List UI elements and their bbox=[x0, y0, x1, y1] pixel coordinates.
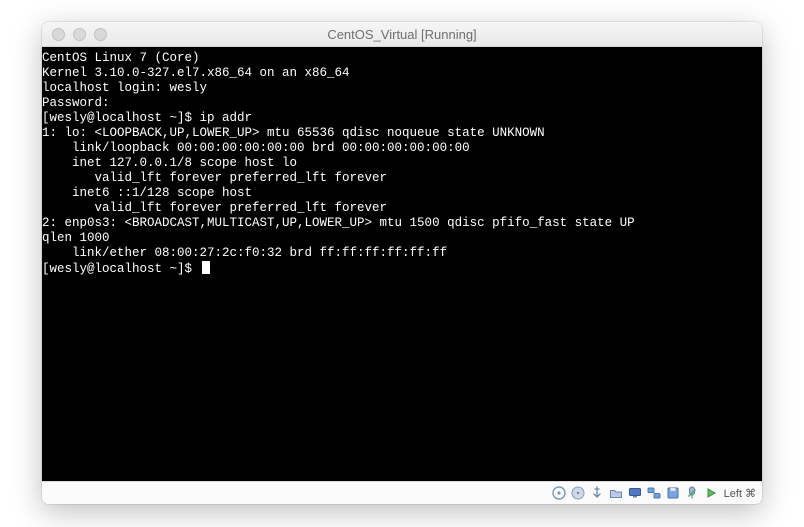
terminal-line: valid_lft forever preferred_lft forever bbox=[42, 171, 756, 186]
usb-icon[interactable] bbox=[589, 485, 605, 501]
terminal-line: [wesly@localhost ~]$ ip addr bbox=[42, 111, 756, 126]
mouse-capture-icon[interactable] bbox=[684, 485, 700, 501]
terminal-line: link/loopback 00:00:00:00:00:00 brd 00:0… bbox=[42, 141, 756, 156]
terminal-line: inet 127.0.0.1/8 scope host lo bbox=[42, 156, 756, 171]
terminal-line: [wesly@localhost ~]$ bbox=[42, 261, 756, 277]
terminal-line: qlen 1000 bbox=[42, 231, 756, 246]
terminal-line: CentOS Linux 7 (Core) bbox=[42, 51, 756, 66]
disc-icon[interactable] bbox=[551, 485, 567, 501]
vm-status-bar: Left ⌘ bbox=[42, 481, 762, 504]
floppy-icon[interactable] bbox=[665, 485, 681, 501]
window-controls bbox=[52, 28, 107, 41]
window-title: CentOS_Virtual [Running] bbox=[42, 27, 762, 42]
zoom-icon[interactable] bbox=[94, 28, 107, 41]
terminal-line: valid_lft forever preferred_lft forever bbox=[42, 201, 756, 216]
hard-disk-icon[interactable] bbox=[570, 485, 586, 501]
terminal-line: link/ether 08:00:27:2c:f0:32 brd ff:ff:f… bbox=[42, 246, 756, 261]
guest-console[interactable]: CentOS Linux 7 (Core)Kernel 3.10.0-327.e… bbox=[42, 47, 762, 481]
terminal-line: localhost login: wesly bbox=[42, 81, 756, 96]
terminal-line: 1: lo: <LOOPBACK,UP,LOWER_UP> mtu 65536 … bbox=[42, 126, 756, 141]
terminal-line: Password: bbox=[42, 96, 756, 111]
titlebar[interactable]: CentOS_Virtual [Running] bbox=[42, 22, 762, 47]
close-icon[interactable] bbox=[52, 28, 65, 41]
recording-icon[interactable] bbox=[703, 485, 719, 501]
terminal-line: 2: enp0s3: <BROADCAST,MULTICAST,UP,LOWER… bbox=[42, 216, 756, 231]
display-icon[interactable] bbox=[627, 485, 643, 501]
terminal-cursor bbox=[202, 261, 210, 274]
terminal-line: inet6 ::1/128 scope host bbox=[42, 186, 756, 201]
terminal-line: Kernel 3.10.0-327.el7.x86_64 on an x86_6… bbox=[42, 66, 756, 81]
vm-window: CentOS_Virtual [Running] CentOS Linux 7 … bbox=[42, 22, 762, 504]
host-key-label: Left ⌘ bbox=[724, 487, 756, 500]
shared-folder-icon[interactable] bbox=[608, 485, 624, 501]
minimize-icon[interactable] bbox=[73, 28, 86, 41]
network-icon[interactable] bbox=[646, 485, 662, 501]
